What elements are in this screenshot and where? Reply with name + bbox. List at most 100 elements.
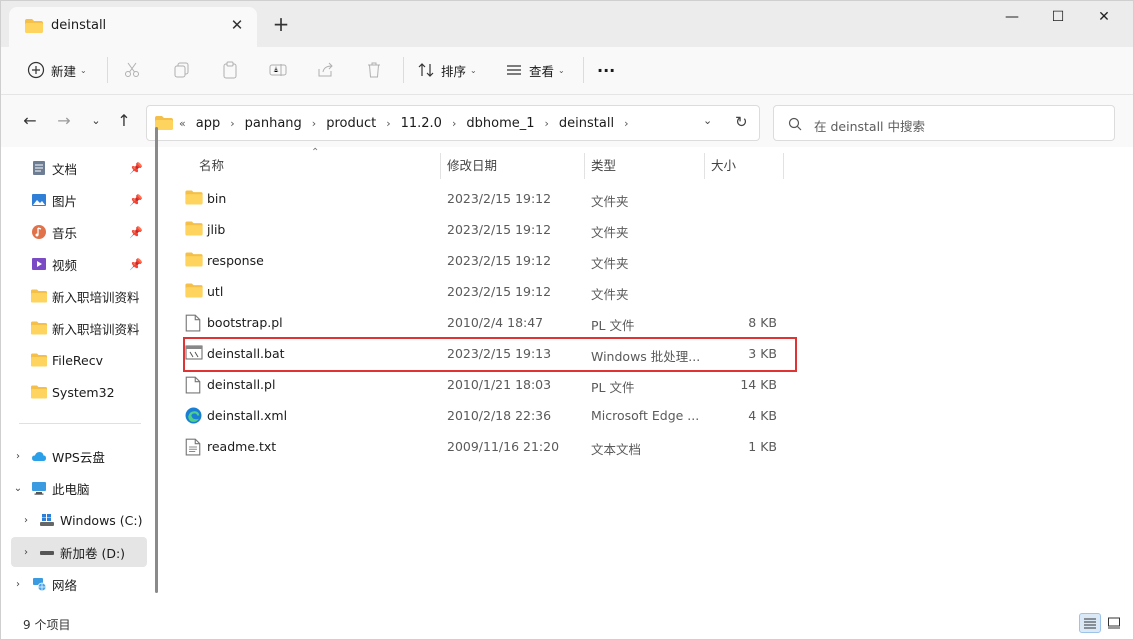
file-name: utl [207,284,224,299]
title-bar: deinstall ✕ + — ☐ ✕ [1,1,1133,47]
search-box[interactable]: 在 deinstall 中搜索 [773,105,1115,141]
file-type: 文本文档 [591,442,642,457]
share-button[interactable] [317,55,335,85]
delete-button[interactable] [365,55,383,85]
column-header-size[interactable]: 大小 [711,147,736,181]
table-row[interactable]: response 2023/2/15 19:12 文件夹 [177,245,797,276]
pin-icon[interactable]: 📌 [129,226,143,239]
sidebar-item-label: Windows (C:) [60,512,143,528]
maximize-button[interactable]: ☐ [1035,1,1081,33]
breadcrumb-version[interactable]: 11.2.0 [401,116,442,131]
table-row[interactable]: utl 2023/2/15 19:12 文件夹 [177,276,797,307]
more-options-button[interactable]: ··· [597,55,615,85]
column-divider[interactable] [440,153,441,179]
item-count: 9 个项目 [23,618,71,632]
breadcrumb: « app › panhang › product › 11.2.0 › dbhome_… [155,106,633,140]
sort-icon [418,63,434,77]
column-divider[interactable] [584,153,585,179]
sidebar-item-system32[interactable]: System32 [31,377,147,407]
tab-deinstall[interactable]: deinstall ✕ [9,7,257,47]
up-arrow-icon[interactable]: ↑ [113,111,135,133]
table-row[interactable]: deinstall.pl 2010/1/21 18:03 PL 文件 14 KB [177,369,797,400]
close-window-button[interactable]: ✕ [1081,1,1127,33]
table-row[interactable]: deinstall.xml 2010/2/18 22:36 Microsoft … [177,400,797,431]
sidebar-item-folder[interactable]: 新入职培训资料 [31,281,155,311]
chevron-right-icon[interactable]: › [11,451,25,462]
column-header-name[interactable]: 名称 [199,147,224,181]
sidebar-item-label: 视频 [52,257,78,273]
file-date: 2009/11/16 21:20 [447,439,560,454]
column-divider[interactable] [704,153,705,179]
file-type: PL 文件 [591,318,635,333]
breadcrumb-overflow[interactable]: « [179,117,186,130]
new-tab-button[interactable]: + [269,13,293,37]
sidebar-item-pictures[interactable]: 图片 📌 [31,185,147,215]
chevron-right-icon[interactable]: › [19,547,33,558]
sidebar-item-drive-d[interactable]: › 新加卷 (D:) [11,537,147,567]
chevron-right-icon[interactable]: › [452,117,456,130]
thumbnail-view-button[interactable] [1103,613,1125,633]
sidebar-item-videos[interactable]: 视频 📌 [31,249,147,279]
table-row[interactable]: jlib 2023/2/15 19:12 文件夹 [177,214,797,245]
pin-icon[interactable]: 📌 [129,162,143,175]
recent-chevron-icon[interactable]: ⌄ [85,111,107,133]
chevron-down-icon[interactable]: ⌄ [11,483,25,494]
music-icon [32,225,46,239]
address-history-chevron-icon[interactable]: ⌄ [703,114,712,127]
sidebar-item-drive-c[interactable]: › Windows (C:) [19,505,155,535]
sidebar-item-documents[interactable]: 文档 📌 [31,153,147,183]
forward-arrow-icon[interactable]: → [53,111,75,133]
chevron-right-icon[interactable]: › [230,117,234,130]
sidebar-item-filerecv[interactable]: FileRecv [31,345,147,375]
column-header-type[interactable]: 类型 [591,147,616,181]
folder-icon [31,385,47,399]
breadcrumb-app[interactable]: app [196,116,220,131]
address-bar[interactable]: « app › panhang › product › 11.2.0 › dbhome_… [146,105,760,141]
breadcrumb-deinstall[interactable]: deinstall [559,116,614,131]
new-button[interactable]: 新建 ⌄ [27,55,87,85]
column-header-modified[interactable]: 修改日期 [447,147,497,181]
pin-icon[interactable]: 📌 [129,194,143,207]
chevron-right-icon[interactable]: › [312,117,316,130]
sort-button[interactable]: 排序 ⌄ [417,55,477,85]
chevron-right-icon[interactable]: › [545,117,549,130]
chevron-right-icon[interactable]: › [386,117,390,130]
table-row[interactable]: bin 2023/2/15 19:12 文件夹 [177,183,797,214]
sidebar-item-network[interactable]: › 网络 [11,569,151,599]
pin-icon[interactable]: 📌 [129,258,143,271]
windows-drive-icon [40,514,54,526]
file-size: 8 KB [748,315,777,330]
cut-button[interactable] [123,55,141,85]
rename-button[interactable] [269,55,287,85]
breadcrumb-dbhome[interactable]: dbhome_1 [466,116,534,131]
column-divider[interactable] [783,153,784,179]
sidebar-item-wps-cloud[interactable]: › WPS云盘 [11,441,151,471]
breadcrumb-panhang[interactable]: panhang [245,116,302,131]
sidebar-scrollbar[interactable] [155,127,158,593]
breadcrumb-product[interactable]: product [326,116,376,131]
table-row[interactable]: readme.txt 2009/11/16 21:20 文本文档 1 KB [177,431,797,462]
toolbar-divider [107,57,108,83]
file-size: 3 KB [748,346,777,361]
file-date: 2010/2/18 22:36 [447,408,552,423]
sidebar-item-label: 文档 [52,161,78,177]
chevron-right-icon[interactable]: › [11,579,25,590]
copy-button[interactable] [173,55,191,85]
file-type: 文件夹 [591,194,629,209]
chevron-right-icon[interactable]: › [19,515,33,526]
sidebar-item-folder[interactable]: 新入职培训资料 [31,313,155,343]
back-arrow-icon[interactable]: ← [19,111,41,133]
chevron-right-icon[interactable]: › [624,117,628,130]
sidebar-item-this-pc[interactable]: ⌄ 此电脑 [11,473,151,503]
video-icon [32,258,46,270]
table-row[interactable]: deinstall.bat 2023/2/15 19:13 Windows 批处… [177,338,797,369]
view-button[interactable]: 查看 ⌄ [505,55,565,85]
sidebar-item-music[interactable]: 音乐 📌 [31,217,147,247]
refresh-icon[interactable]: ↻ [735,113,748,131]
paste-button[interactable] [221,55,239,85]
minimize-button[interactable]: — [989,1,1035,33]
table-row[interactable]: bootstrap.pl 2010/2/4 18:47 PL 文件 8 KB [177,307,797,338]
details-view-button[interactable] [1079,613,1101,633]
share-icon [318,62,333,77]
close-tab-icon[interactable]: ✕ [227,15,247,35]
